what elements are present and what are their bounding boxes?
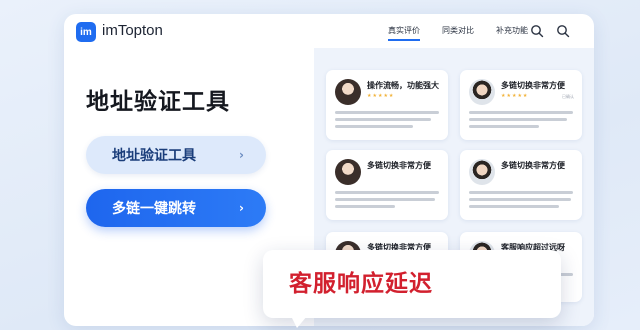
nav-item-extras[interactable]: 补充功能 [496, 25, 528, 41]
review-status: 已确认 [562, 94, 574, 99]
avatar [469, 159, 495, 185]
review-title: 多链切换非常方便 [501, 81, 565, 90]
star-rating: ★★★★★ [367, 93, 395, 99]
avatar [335, 159, 361, 185]
brand-name: imTopton [102, 22, 163, 39]
nav-item-compare[interactable]: 同类对比 [442, 25, 474, 41]
multichain-jump-label: 多链一键跳转 [112, 201, 196, 217]
warning-callout: 客服响应延迟 [263, 250, 561, 328]
chevron-right-icon: › [239, 148, 244, 162]
avatar [335, 79, 361, 105]
review-title: 多链切换非常方便 [367, 161, 431, 170]
search-icon[interactable] [530, 24, 544, 38]
star-rating: ★★★★★ [501, 93, 529, 99]
address-verify-label: 地址验证工具 [112, 148, 196, 164]
review-title: 多链切换非常方便 [501, 161, 565, 170]
review-card[interactable]: 操作流畅，功能强大 ★★★★★ [326, 70, 448, 140]
nav-item-reviews[interactable]: 真实评价 [388, 25, 420, 41]
review-card[interactable]: 多链切换非常方便 [460, 150, 582, 220]
top-bar: im imTopton 真实评价 同类对比 补充功能 [64, 14, 594, 48]
multichain-jump-button[interactable]: 多链一键跳转 › [86, 189, 266, 227]
main-nav: 真实评价 同类对比 补充功能 [388, 25, 528, 41]
review-card[interactable]: 多链切换非常方便 [326, 150, 448, 220]
address-verify-button[interactable]: 地址验证工具 › [86, 136, 266, 174]
chevron-right-icon: › [239, 201, 244, 215]
review-title: 操作流畅，功能强大 [367, 81, 439, 90]
callout-tail [291, 316, 307, 328]
review-card[interactable]: 多链切换非常方便 ★★★★★ 已确认 [460, 70, 582, 140]
logo-icon: im [76, 22, 96, 42]
callout-text: 客服响应延迟 [289, 271, 433, 297]
avatar [469, 79, 495, 105]
page-title: 地址验证工具 [86, 89, 230, 115]
search-icon[interactable] [556, 24, 570, 38]
